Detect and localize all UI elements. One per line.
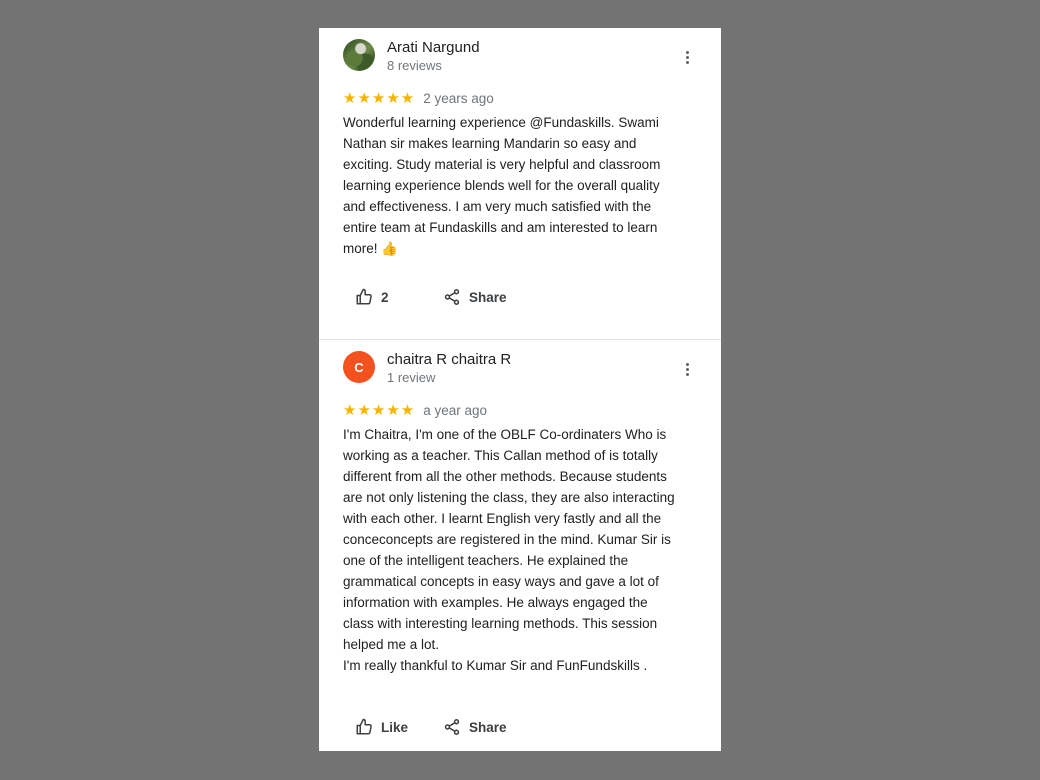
rating-row: ★★★★★ 2 years ago [343, 89, 494, 107]
like-button[interactable]: 2 [355, 288, 443, 306]
author-avatar[interactable] [343, 39, 375, 71]
author-avatar[interactable]: C [343, 351, 375, 383]
share-label: Share [469, 289, 507, 305]
like-button[interactable]: Like [355, 718, 443, 736]
thumbs-up-icon [356, 288, 372, 305]
share-label: Share [469, 719, 507, 735]
like-count: 2 [381, 289, 389, 305]
share-icon [444, 719, 460, 735]
review-actions: 2 Share [343, 283, 507, 311]
star-rating: ★★★★★ [343, 401, 416, 419]
thumbs-up-icon [356, 718, 372, 735]
more-options-icon[interactable] [675, 360, 699, 378]
share-button[interactable]: Share [443, 288, 507, 306]
review-card: Arati Nargund 8 reviews ★★★★★ 2 years ag… [319, 28, 721, 340]
more-options-icon[interactable] [675, 48, 699, 66]
rating-row: ★★★★★ a year ago [343, 401, 487, 419]
review-text: I'm Chaitra, I'm one of the OBLF Co-ordi… [343, 427, 675, 673]
like-label: Like [381, 719, 409, 735]
review-date: 2 years ago [423, 90, 494, 106]
review-text: Wonderful learning experience @Fundaskil… [343, 115, 661, 256]
author-name[interactable]: Arati Nargund [387, 39, 480, 56]
author-name[interactable]: chaitra R chaitra R [387, 351, 511, 368]
share-icon [444, 289, 460, 305]
star-rating: ★★★★★ [343, 89, 416, 107]
review-actions: Like Share [343, 713, 507, 741]
author-review-count: 1 review [387, 370, 436, 385]
share-button[interactable]: Share [443, 718, 507, 736]
reviews-panel: Arati Nargund 8 reviews ★★★★★ 2 years ag… [319, 28, 721, 751]
review-card: C chaitra R chaitra R 1 review ★★★★★ a y… [319, 340, 721, 751]
review-date: a year ago [423, 402, 488, 418]
author-review-count: 8 reviews [387, 58, 442, 73]
